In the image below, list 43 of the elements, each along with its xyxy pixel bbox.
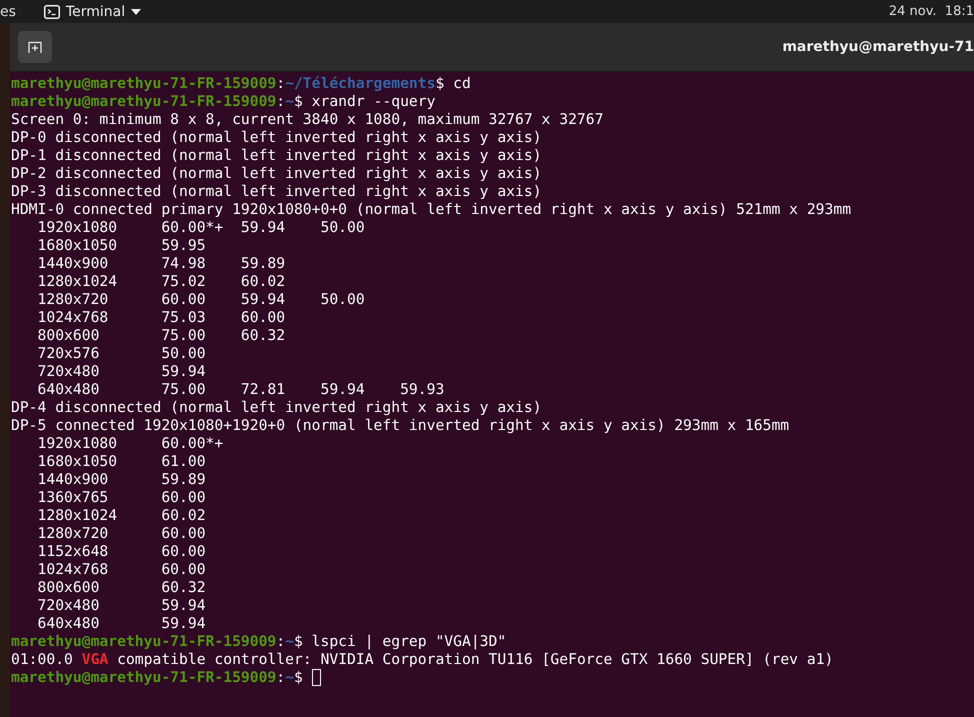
output-line: DP-4 disconnected (normal left inverted right x axis y axis) (11, 399, 542, 417)
terminal-icon (44, 4, 60, 18)
output-line: 1440x900 59.89 (36, 471, 206, 489)
output-line: 1280x720 60.00 (36, 525, 206, 543)
output-line: 800x600 60.32 (36, 579, 206, 597)
output-line: 1152x648 60.00 (36, 543, 206, 561)
output-line: 1024x768 75.03 60.00 (36, 309, 286, 327)
output-line: DP-5 connected 1920x1080+1920+0 (normal left inverted right x axis y axis) 293mm x 165mm (11, 417, 790, 435)
activities-label[interactable]: es (0, 4, 16, 20)
output-line: DP-3 disconnected (normal left inverted right x axis y axis) (11, 183, 542, 201)
output-line: 1920x1080 60.00*+ 59.94 50.00 (36, 219, 365, 237)
output-line: DP-0 disconnected (normal left inverted right x axis y axis) (11, 129, 542, 147)
output-line: 1280x1024 75.02 60.02 (36, 273, 286, 291)
text-cursor (312, 669, 321, 686)
output-line: 800x600 75.00 60.32 (36, 327, 286, 345)
prompt-line: marethyu@marethyu-71-FR-159009:~$ xrandr --query (11, 93, 436, 111)
output-line: 640x480 59.94 (36, 615, 206, 633)
output-line: 720x480 59.94 (36, 597, 206, 615)
output-line: DP-1 disconnected (normal left inverted right x axis y axis) (11, 147, 542, 165)
output-line: 1920x1080 60.00*+ (36, 435, 224, 453)
output-line: 1280x1024 60.02 (36, 507, 206, 525)
output-line: DP-2 disconnected (normal left inverted right x axis y axis) (11, 165, 542, 183)
output-line: Screen 0: minimum 8 x 8, current 3840 x 1080, maximum 32767 x 32767 (11, 111, 604, 129)
new-tab-icon (28, 40, 42, 54)
output-line: HDMI-0 connected primary 1920x1080+0+0 (normal left inverted right x axis y axis) 521mm x 293mm (11, 201, 852, 219)
output-line: 1440x900 74.98 59.89 (36, 255, 286, 273)
output-line: 1680x1050 59.95 (36, 237, 206, 255)
output-line: 01:00.0 VGA compatible controller: NVIDIA Corporation TU116 [GeForce GTX 1660 SUPER] (rev a1) (11, 651, 834, 669)
output-line: 1280x720 60.00 59.94 50.00 (36, 291, 365, 309)
prompt-line: marethyu@marethyu-71-FR-159009:~$ (11, 669, 304, 687)
output-line: 1680x1050 61.00 (36, 453, 206, 471)
clock[interactable]: 24 nov. 18:1 (888, 4, 974, 19)
output-line: 640x480 75.00 72.81 59.94 59.93 (36, 381, 444, 399)
output-line: 720x480 59.94 (36, 363, 206, 381)
new-tab-button[interactable] (18, 31, 52, 63)
output-line: 720x576 50.00 (36, 345, 206, 363)
prompt-line: marethyu@marethyu-71-FR-159009:~/Téléchargements$ cd (11, 75, 471, 93)
prompt-line: marethyu@marethyu-71-FR-159009:~$ lspci | egrep "VGA|3D" (11, 633, 506, 651)
window-title: marethyu@marethyu-71 (782, 39, 974, 55)
caret-icon (131, 8, 142, 14)
output-line: 1024x768 60.00 (36, 561, 206, 579)
app-menu[interactable]: Terminal (44, 4, 142, 20)
output-line: 1360x765 60.00 (36, 489, 206, 507)
